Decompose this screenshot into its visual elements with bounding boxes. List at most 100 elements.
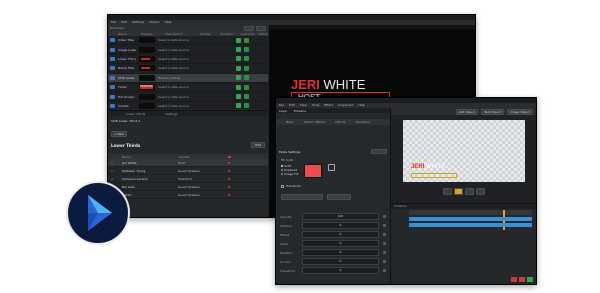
- mode-settings-button[interactable]: [371, 149, 387, 154]
- col-name: Name: [118, 31, 127, 36]
- field-input[interactable]: 0: [302, 240, 379, 247]
- canvas-name-first: JERI: [411, 164, 425, 170]
- data-table-row[interactable]: 2 Kathleen Young Guest Speaker: [108, 167, 268, 175]
- field-input[interactable]: 100: [302, 213, 379, 220]
- breadcrumb: Shift Lower: Third A: [111, 119, 141, 123]
- rundown-row-name: Credits: [118, 103, 129, 108]
- image-object-button[interactable]: Image Object: [506, 108, 533, 115]
- keyframe-icon[interactable]: [383, 242, 386, 245]
- take-out-icon[interactable]: [244, 75, 249, 81]
- data-row-subtitle: Guest Speaker: [178, 168, 200, 173]
- rundown-row-thumbnail: [139, 65, 155, 72]
- take-out-icon[interactable]: [244, 103, 249, 109]
- field-input[interactable]: 0: [302, 222, 379, 229]
- layer-tabs: Layer Timeline: [276, 108, 390, 113]
- take-in-icon[interactable]: [236, 103, 241, 109]
- take-in-icon[interactable]: [236, 56, 241, 62]
- mode-dropdown[interactable]: [327, 194, 351, 200]
- rundown-row[interactable]: Name Title Select a data source: [108, 64, 268, 74]
- cancel-button[interactable]: [519, 277, 525, 282]
- delete-row-icon[interactable]: [228, 169, 230, 172]
- play-button[interactable]: [454, 188, 463, 195]
- take-in-icon[interactable]: [236, 75, 241, 81]
- transform-toggle[interactable]: Transform: [276, 178, 390, 188]
- radio-image-fill[interactable]: Image Fill: [281, 172, 298, 176]
- keyframe-icon[interactable]: [383, 224, 386, 227]
- delete-row-icon[interactable]: [228, 161, 230, 164]
- keyframe-icon[interactable]: [383, 269, 386, 272]
- row-index: 1: [111, 160, 113, 165]
- field-input[interactable]: 0: [302, 249, 379, 256]
- row-index: 2: [111, 168, 113, 173]
- rundown-row[interactable]: Shift Lower Header (Value): [108, 73, 268, 83]
- take-in-icon[interactable]: [236, 37, 241, 43]
- tab-timeline[interactable]: Timeline: [293, 109, 306, 113]
- data-table-row[interactable]: 5MartinGuest Speaker: [108, 191, 268, 199]
- take-in-icon[interactable]: [236, 84, 241, 90]
- edit-button[interactable]: Edit: [251, 142, 265, 148]
- fill-color-swatch[interactable]: [304, 164, 323, 178]
- timeline-track-2[interactable]: [409, 223, 532, 227]
- data-table-row[interactable]: 3 Cameron Carlson President: [108, 175, 268, 183]
- transform-field-row: Anchor 0: [276, 257, 390, 266]
- app-logo-icon: [88, 195, 112, 231]
- blend-dropdown[interactable]: [281, 194, 323, 200]
- take-out-icon[interactable]: [244, 84, 249, 90]
- rundown-add-button[interactable]: [256, 25, 266, 31]
- data-table-row[interactable]: 1 Jeri White Host: [108, 159, 268, 167]
- apply-button[interactable]: [527, 277, 533, 282]
- canvas-preview[interactable]: JERI WHITE: [403, 120, 525, 182]
- tab-settings[interactable]: Settings: [165, 112, 177, 116]
- layer-type-icon: [110, 75, 115, 80]
- delete-row-icon[interactable]: [228, 193, 230, 196]
- add-object-button[interactable]: Add Object: [455, 108, 479, 115]
- take-out-icon[interactable]: [244, 37, 249, 43]
- eyedropper-icon[interactable]: [328, 164, 336, 171]
- rundown-row[interactable]: Image Lower Select a data source: [108, 45, 268, 55]
- tab-layer[interactable]: Layer: [279, 109, 287, 113]
- text-object-button[interactable]: Text Object: [481, 108, 504, 115]
- data-row-name: Jeri White: [122, 160, 137, 165]
- props-tab-motion[interactable]: Motion Effects: [304, 120, 325, 124]
- next-frame-button[interactable]: [465, 188, 474, 195]
- remove-column-icon[interactable]: [228, 155, 231, 158]
- props-tab-basic[interactable]: Basic: [286, 120, 294, 124]
- props-tab-transition[interactable]: Transition: [355, 120, 370, 124]
- take-out-icon[interactable]: [244, 94, 249, 100]
- rundown-row[interactable]: Full Screen Select a data source: [108, 92, 268, 102]
- loop-button[interactable]: [476, 188, 485, 195]
- layer-type-icon: [110, 47, 115, 52]
- delete-row-icon[interactable]: [228, 185, 230, 188]
- take-in-icon[interactable]: [236, 65, 241, 71]
- keyframe-icon[interactable]: [383, 215, 386, 218]
- field-input[interactable]: 0: [302, 258, 379, 265]
- rundown-row[interactable]: Ticker HEADLINE Select a data source: [108, 83, 268, 93]
- data-add-row: + New: [108, 123, 268, 137]
- data-table-row[interactable]: 4Nel GaleGuest Speaker: [108, 183, 268, 191]
- take-out-icon[interactable]: [244, 56, 249, 62]
- props-tabs: Basic Motion Effects Effects Transition: [276, 119, 390, 125]
- props-tab-effects[interactable]: Effects: [335, 120, 345, 124]
- delete-row-icon[interactable]: [228, 177, 230, 180]
- prev-frame-button[interactable]: [443, 188, 452, 195]
- rundown-row-name: Lower Third: [118, 56, 136, 61]
- keyframe-icon[interactable]: [383, 260, 386, 263]
- rundown-row[interactable]: Video Title Select a data source: [108, 36, 268, 46]
- program-name-last: WHITE: [319, 77, 366, 92]
- keyframe-icon[interactable]: [383, 251, 386, 254]
- layer-type-icon: [110, 103, 115, 108]
- tab-lower-thirds[interactable]: Lower Thirds: [126, 112, 145, 116]
- take-out-icon[interactable]: [244, 47, 249, 53]
- take-in-icon[interactable]: [236, 47, 241, 53]
- timeline-track-1[interactable]: [409, 217, 532, 221]
- rundown-search-button[interactable]: [244, 25, 254, 31]
- field-input[interactable]: 0: [302, 267, 379, 274]
- add-item-button[interactable]: + New: [111, 131, 128, 137]
- take-out-icon[interactable]: [244, 65, 249, 71]
- take-in-icon[interactable]: [236, 94, 241, 100]
- delete-button[interactable]: [511, 277, 517, 282]
- field-input[interactable]: 0: [302, 231, 379, 238]
- keyframe-icon[interactable]: [383, 233, 386, 236]
- rundown-row[interactable]: Lower Third Select a data source: [108, 55, 268, 65]
- layer-type-icon: [110, 94, 115, 99]
